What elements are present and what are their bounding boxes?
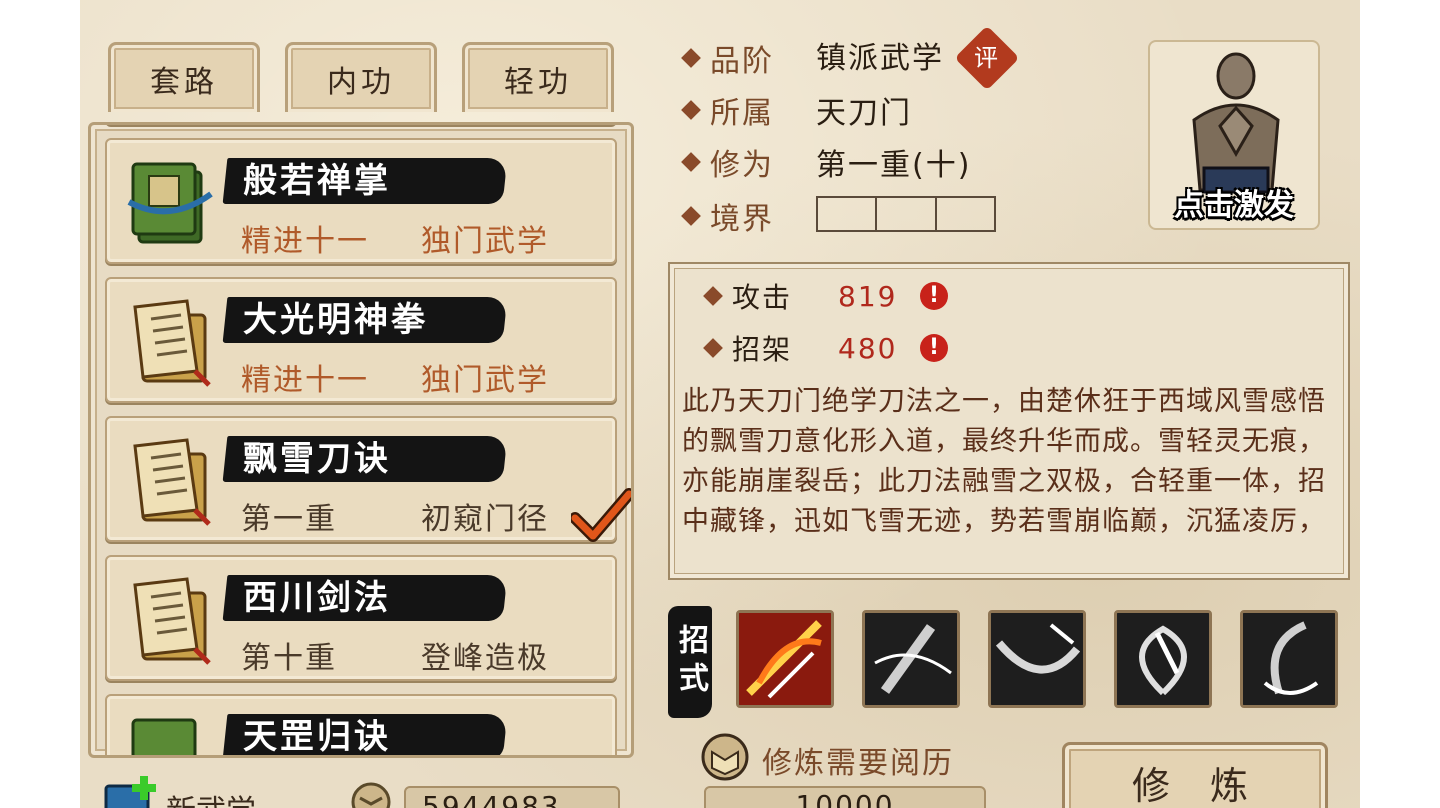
parry-label: 招架: [732, 333, 793, 366]
attack-row: 攻击 819 !: [703, 276, 948, 316]
move-sweep-icon[interactable]: [988, 610, 1086, 708]
grade-row: 品阶 镇派武学 评: [681, 25, 1020, 91]
skill-name: 飘雪刀诀: [243, 439, 391, 479]
skill-list-panel[interactable]: 般若禅掌 精进十一 独门武学 大光明神拳 精进十一 独门武学 飘雪刀诀 第一重 …: [88, 122, 634, 758]
sect-value: 天刀门: [816, 96, 912, 131]
experience-value: 5944983: [404, 786, 620, 808]
level-value: 第一重(十): [816, 148, 972, 183]
move-blade-strike-icon[interactable]: [862, 610, 960, 708]
tab-taolu[interactable]: 套路: [108, 42, 260, 112]
grade-label: 品阶: [710, 44, 774, 79]
move-slash-fire-icon[interactable]: [736, 610, 834, 708]
skill-level: 精进十一: [241, 224, 369, 259]
experience-icon: [701, 733, 749, 781]
level-row: 修为 第一重(十): [681, 140, 969, 184]
skill-type: 独门武学: [421, 224, 549, 259]
bullet-diamond-icon: [681, 48, 701, 68]
skill-name: 般若禅掌: [243, 161, 391, 201]
bullet-diamond-icon: [681, 100, 701, 120]
requirement-value: 10000: [704, 786, 986, 808]
grade-value-wrap: 镇派武学 评: [816, 25, 1020, 91]
skill-card[interactable]: 西川剑法 第十重 登峰造极: [105, 555, 617, 681]
checkmark-icon: [571, 488, 631, 542]
activate-avatar-button[interactable]: 点击激发: [1148, 40, 1320, 230]
skill-name: 西川剑法: [243, 578, 391, 618]
skill-level: 第十重: [241, 641, 337, 676]
yellow-book-icon: [133, 577, 211, 665]
parry-row: 招架 480 !: [703, 328, 948, 368]
realm-label: 境界: [710, 202, 774, 237]
bullet-diamond-icon: [681, 206, 701, 226]
skill-detail-box: 攻击 819 ! 招架 480 ! 此乃天刀门绝学刀法之一，由楚休狂于西域风雪感…: [668, 262, 1350, 580]
bullet-diamond-icon: [703, 286, 723, 306]
tab-qinggong[interactable]: 轻功: [462, 42, 614, 112]
bullet-diamond-icon: [681, 152, 701, 172]
skill-name: 大光明神拳: [243, 300, 428, 340]
realm-row: 境界: [681, 194, 996, 238]
train-button[interactable]: 修炼: [1062, 742, 1328, 808]
attack-value: 819: [838, 279, 898, 313]
parry-value: 480: [838, 331, 898, 365]
yellow-book-icon: [133, 299, 211, 387]
rating-badge-text: 评: [973, 43, 1000, 72]
requirement-label: 修炼需要阅历: [762, 746, 954, 781]
skill-level: 精进十一: [241, 363, 369, 398]
parry-alert-icon[interactable]: !: [920, 334, 948, 362]
skill-list[interactable]: 般若禅掌 精进十一 独门武学 大光明神拳 精进十一 独门武学 飘雪刀诀 第一重 …: [101, 122, 631, 757]
skill-name: 天罡归诀: [243, 717, 391, 757]
yellow-book-icon: [133, 438, 211, 526]
skill-level: 第一重: [241, 502, 337, 537]
skill-rank: 登峰造极: [421, 641, 549, 676]
new-skill-label[interactable]: 新武学: [166, 786, 256, 808]
skill-card-partial[interactable]: [105, 122, 617, 125]
skill-description: 此乃天刀门绝学刀法之一，由楚休狂于西域风雪感悟的飘雪刀意化形入道，最终升华而成。…: [682, 386, 1326, 537]
attack-alert-icon[interactable]: !: [920, 282, 948, 310]
moves-label: 招式: [668, 606, 712, 718]
experience-icon: [351, 782, 391, 808]
green-book-icon: [131, 718, 197, 755]
realm-slots: [816, 196, 996, 232]
game-screen: 套路 内功 轻功 般若禅掌 精进十一 独门武学 大光明神拳 精进十一 独门武学 …: [80, 0, 1360, 808]
green-book-icon: [127, 162, 213, 244]
sect-row: 所属 天刀门: [681, 88, 910, 132]
skill-card[interactable]: 天罡归诀: [105, 694, 617, 757]
skill-rank: 初窥门径: [421, 502, 549, 537]
attack-label: 攻击: [732, 281, 793, 314]
skill-card-selected[interactable]: 飘雪刀诀 第一重 初窥门径: [105, 416, 631, 542]
monk-figure-icon: [1192, 52, 1280, 194]
sect-label: 所属: [710, 96, 774, 131]
skill-card[interactable]: 般若禅掌 精进十一 独门武学: [105, 138, 617, 264]
activate-label: 点击激发: [1174, 188, 1294, 223]
grade-value: 镇派武学: [816, 41, 944, 77]
skill-card[interactable]: 大光明神拳 精进十一 独门武学: [105, 277, 617, 403]
rating-badge[interactable]: 评: [954, 25, 1020, 91]
move-whirl-icon[interactable]: [1114, 610, 1212, 708]
new-skill-book-icon[interactable]: [100, 772, 162, 808]
level-label: 修为: [710, 148, 774, 183]
tab-neigong[interactable]: 内功: [285, 42, 437, 112]
bottom-left-bar: 新武学 5944983: [80, 762, 640, 808]
bullet-diamond-icon: [703, 338, 723, 358]
move-crescent-icon[interactable]: [1240, 610, 1338, 708]
skill-type: 独门武学: [421, 363, 549, 398]
